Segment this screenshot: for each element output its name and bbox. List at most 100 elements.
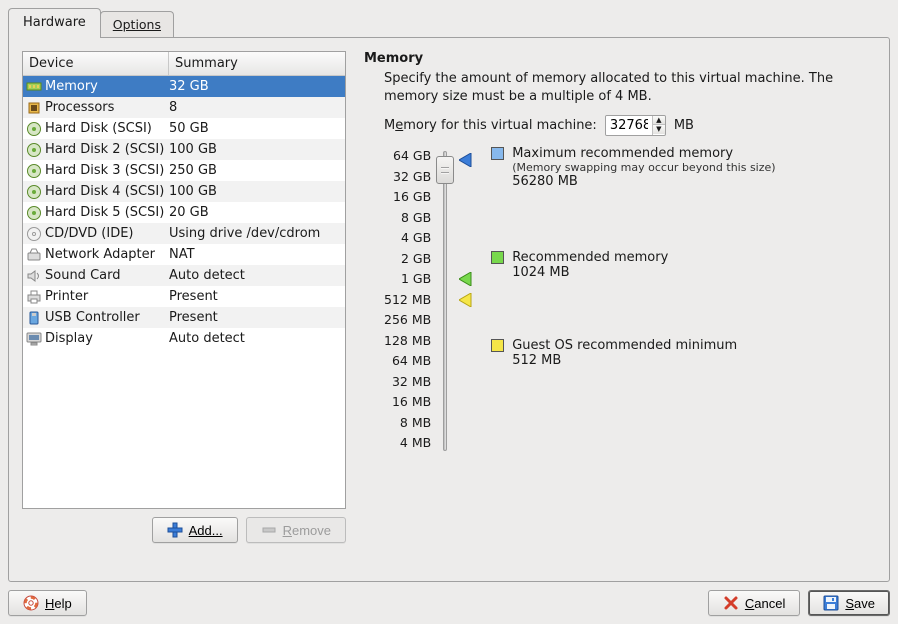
device-summary: Using drive /dev/cdrom (169, 226, 342, 241)
memory-input[interactable] (606, 116, 652, 135)
table-row[interactable]: Hard Disk (SCSI) 50 GB (23, 118, 345, 139)
minus-icon (261, 522, 277, 538)
footer: Help Cancel Save (8, 590, 890, 616)
spin-up-icon[interactable]: ▲ (653, 116, 665, 125)
device-name: USB Controller (45, 310, 140, 325)
device-summary: Auto detect (169, 268, 342, 283)
tick-label: 4 GB (384, 228, 431, 249)
tick-label: 64 GB (384, 146, 431, 167)
tick-label: 1 GB (384, 269, 431, 290)
tick-label: 512 MB (384, 290, 431, 311)
table-row[interactable]: Hard Disk 2 (SCSI) 100 GB (23, 139, 345, 160)
cd-icon (26, 226, 42, 242)
square-icon (491, 147, 504, 160)
memory-spinbox[interactable]: ▲ ▼ (605, 115, 666, 136)
hdd-icon (26, 205, 42, 221)
table-row[interactable]: USB Controller Present (23, 307, 345, 328)
device-summary: 50 GB (169, 121, 342, 136)
table-row[interactable]: Hard Disk 3 (SCSI) 250 GB (23, 160, 345, 181)
rec-note: Recommended memory 1024 MB (491, 250, 668, 280)
save-icon (823, 595, 839, 611)
tab-hardware[interactable]: Hardware (8, 8, 101, 38)
device-name: Hard Disk 3 (SCSI) (45, 163, 164, 178)
table-row[interactable]: Hard Disk 5 (SCSI) 20 GB (23, 202, 345, 223)
table-row[interactable]: Processors 8 (23, 97, 345, 118)
table-header: Device Summary (23, 52, 345, 76)
tick-label: 128 MB (384, 331, 431, 352)
help-icon (23, 595, 39, 611)
tick-label: 64 MB (384, 351, 431, 372)
table-row[interactable]: Network Adapter NAT (23, 244, 345, 265)
usb-icon (26, 310, 42, 326)
net-icon (26, 247, 42, 263)
device-summary: 100 GB (169, 142, 342, 157)
square-icon (491, 251, 504, 264)
square-icon (491, 339, 504, 352)
col-device[interactable]: Device (23, 52, 169, 75)
cpu-icon (26, 100, 42, 116)
table-row[interactable]: Hard Disk 4 (SCSI)100 GB (23, 181, 345, 202)
col-summary[interactable]: Summary (169, 52, 345, 75)
plus-icon (167, 522, 183, 538)
hardware-panel: Device Summary Memory32 GBProcessors8Har… (8, 37, 890, 582)
table-row[interactable]: Memory32 GB (23, 76, 345, 97)
add-button[interactable]: Add... (152, 517, 238, 543)
min-note: Guest OS recommended minimum 512 MB (491, 338, 737, 368)
sound-icon (26, 268, 42, 284)
max-note: Maximum recommended memory (Memory swapp… (491, 146, 775, 189)
tick-label: 32 GB (384, 167, 431, 188)
device-summary: Auto detect (169, 331, 342, 346)
help-button[interactable]: Help (8, 590, 87, 616)
cancel-button[interactable]: Cancel (708, 590, 800, 616)
device-summary: 250 GB (169, 163, 342, 178)
device-name: CD/DVD (IDE) (45, 226, 134, 241)
memory-pane: Memory Specify the amount of memory allo… (364, 51, 876, 543)
hdd-icon (26, 163, 42, 179)
tick-label: 2 GB (384, 249, 431, 270)
remove-button: Remove (246, 517, 346, 543)
tick-label: 8 MB (384, 413, 431, 434)
hdd-icon (26, 142, 42, 158)
tick-label: 32 MB (384, 372, 431, 393)
device-name: Memory (45, 79, 98, 94)
device-summary: 20 GB (169, 205, 342, 220)
memory-icon (26, 79, 42, 95)
spin-down-icon[interactable]: ▼ (653, 125, 665, 134)
device-name: Hard Disk 5 (SCSI) (45, 205, 164, 220)
device-summary: Present (169, 289, 342, 304)
device-summary: 8 (169, 100, 342, 115)
device-summary: Present (169, 310, 342, 325)
mem-input-label: Memory for this virtual machine: (384, 118, 597, 133)
device-name: Printer (45, 289, 88, 304)
printer-icon (26, 289, 42, 305)
table-row[interactable]: Sound Card Auto detect (23, 265, 345, 286)
save-button[interactable]: Save (808, 590, 890, 616)
section-title: Memory (364, 51, 876, 66)
hdd-icon (26, 184, 42, 200)
device-summary: NAT (169, 247, 342, 262)
table-row[interactable]: Printer Present (23, 286, 345, 307)
device-name: Hard Disk (SCSI) (45, 121, 152, 136)
memory-slider[interactable] (439, 146, 489, 456)
device-table[interactable]: Device Summary Memory32 GB Processors 8 Har… (22, 51, 346, 509)
device-name: Display (45, 331, 93, 346)
device-name: Hard Disk 2 (SCSI) (45, 142, 164, 157)
slider-ticks: 64 GB32 GB16 GB8 GB4 GB2 GB1 GB512 MB256… (384, 146, 439, 456)
display-icon (26, 331, 42, 347)
device-name: Sound Card (45, 268, 120, 283)
hdd-icon (26, 121, 42, 137)
tick-label: 4 MB (384, 433, 431, 454)
cancel-icon (723, 595, 739, 611)
slider-handle[interactable] (436, 156, 454, 184)
device-name: Hard Disk 4 (SCSI) (45, 184, 164, 199)
memory-unit: MB (674, 118, 694, 133)
table-row[interactable]: CD/DVD (IDE) Using drive /dev/cdrom (23, 223, 345, 244)
table-row[interactable]: Display Auto detect (23, 328, 345, 349)
tab-options[interactable]: Options (100, 11, 174, 37)
tick-label: 16 GB (384, 187, 431, 208)
memory-description: Specify the amount of memory allocated t… (384, 70, 876, 105)
device-name: Network Adapter (45, 247, 155, 262)
device-name: Processors (45, 100, 114, 115)
tab-bar: Hardware Options (8, 8, 890, 37)
tick-label: 256 MB (384, 310, 431, 331)
